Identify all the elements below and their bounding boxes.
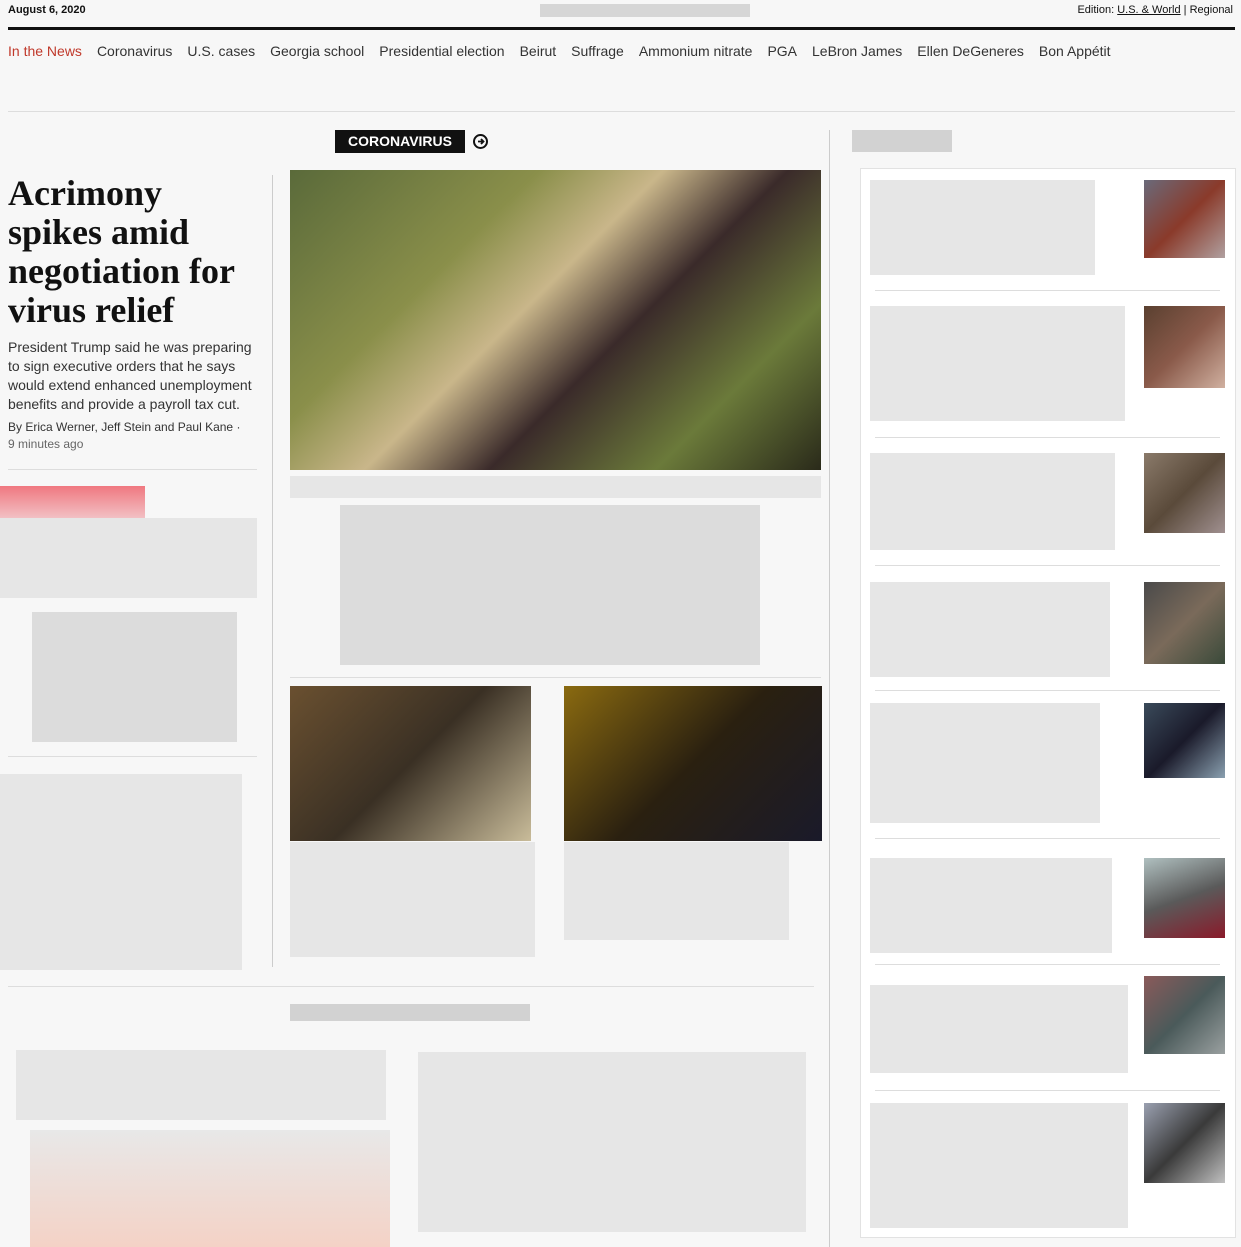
divider: [8, 986, 814, 987]
nav-item-pga[interactable]: PGA: [767, 43, 797, 59]
rail-item-text[interactable]: [870, 985, 1128, 1073]
rail-item-thumb[interactable]: [1144, 180, 1225, 258]
author-link[interactable]: Jeff Stein: [101, 420, 151, 434]
pixelated-list[interactable]: [418, 1052, 806, 1232]
lead-summary: President Trump said he was preparing to…: [8, 339, 252, 412]
rail-item-text[interactable]: [870, 703, 1100, 823]
pixelated-caption: [290, 476, 821, 498]
pixelated-story[interactable]: [0, 774, 242, 970]
column-rule: [272, 175, 273, 967]
rail-item-text[interactable]: [870, 306, 1125, 421]
lead-time: 9 minutes ago: [8, 437, 84, 451]
rail-item-thumb[interactable]: [1144, 306, 1225, 388]
nav-item-suffrage[interactable]: Suffrage: [571, 43, 624, 59]
rail-item-text[interactable]: [870, 1103, 1128, 1228]
pixelated-story[interactable]: [564, 842, 789, 940]
pixelated-rail-title: [852, 130, 952, 152]
pixelated-headline[interactable]: [0, 518, 257, 598]
masthead-logo[interactable]: [540, 4, 750, 17]
pixelated-label: [0, 486, 145, 518]
section-label-coronavirus[interactable]: CORONAVIRUS: [335, 130, 465, 153]
edition-regional-link[interactable]: Regional: [1190, 4, 1233, 16]
rail-item-text[interactable]: [870, 453, 1115, 550]
header-rule: [8, 27, 1235, 30]
lead-byline: By Erica Werner, Jeff Stein and Paul Kan…: [8, 420, 241, 434]
nav-item-ellen-degeneres[interactable]: Ellen DeGeneres: [917, 43, 1024, 59]
header-date: August 6, 2020: [8, 4, 86, 16]
nav-divider: [8, 111, 1235, 112]
author-link[interactable]: Erica Werner: [25, 420, 94, 434]
divider: [875, 565, 1220, 566]
nav-item-presidential-election[interactable]: Presidential election: [379, 43, 504, 59]
nav-item-beirut[interactable]: Beirut: [520, 43, 557, 59]
nav-item-bon-appetit[interactable]: Bon Appétit: [1039, 43, 1111, 59]
secondary-photo-2[interactable]: [564, 686, 822, 841]
rail-item-thumb[interactable]: [1144, 858, 1225, 938]
edition-separator: |: [1183, 4, 1187, 16]
main-photo[interactable]: [290, 170, 821, 470]
edition-us-world-link[interactable]: U.S. & World: [1117, 4, 1180, 16]
arrow-circle-right-icon[interactable]: [473, 134, 488, 149]
divider: [875, 290, 1220, 291]
pixelated-chart: [30, 1130, 390, 1247]
lead-headline[interactable]: Acrimony spikes amid negotiation for vir…: [8, 174, 263, 330]
pixelated-story[interactable]: [290, 842, 535, 957]
edition-selector: Edition: U.S. & World | Regional: [1077, 4, 1233, 16]
nav-item-coronavirus[interactable]: Coronavirus: [97, 43, 172, 59]
divider: [290, 677, 821, 678]
pixelated-list[interactable]: [32, 612, 237, 742]
author-link[interactable]: Paul Kane: [178, 420, 233, 434]
byline-sep: and: [154, 420, 175, 434]
rail-item-thumb[interactable]: [1144, 976, 1225, 1054]
rail-item-thumb[interactable]: [1144, 453, 1225, 533]
secondary-photo-1[interactable]: [290, 686, 531, 841]
nav-item-georgia-school[interactable]: Georgia school: [270, 43, 364, 59]
rail-item-thumb[interactable]: [1144, 703, 1225, 778]
rail-item-text[interactable]: [870, 180, 1095, 275]
rail-item-thumb[interactable]: [1144, 1103, 1225, 1183]
rail-item-text[interactable]: [870, 582, 1110, 677]
pixelated-story[interactable]: [16, 1050, 386, 1120]
byline-prefix: By: [8, 420, 23, 434]
rail-item-text[interactable]: [870, 858, 1112, 953]
divider: [8, 469, 257, 470]
divider: [875, 1090, 1220, 1091]
byline-sep: ,: [94, 420, 98, 434]
nav-item-us-cases[interactable]: U.S. cases: [187, 43, 255, 59]
divider: [875, 964, 1220, 965]
nav-item-ammonium-nitrate[interactable]: Ammonium nitrate: [639, 43, 753, 59]
edition-label: Edition:: [1077, 4, 1115, 16]
pixelated-section-label: [290, 1004, 530, 1021]
divider: [8, 756, 257, 757]
divider: [875, 437, 1220, 438]
nav-item-in-the-news[interactable]: In the News: [8, 43, 82, 59]
trending-nav: In the News Coronavirus U.S. cases Georg…: [8, 43, 1111, 59]
rail-item-thumb[interactable]: [1144, 582, 1225, 664]
column-rule: [829, 130, 830, 1247]
pixelated-main-headline[interactable]: [340, 505, 760, 665]
divider: [875, 838, 1220, 839]
divider: [875, 690, 1220, 691]
nav-item-lebron-james[interactable]: LeBron James: [812, 43, 902, 59]
